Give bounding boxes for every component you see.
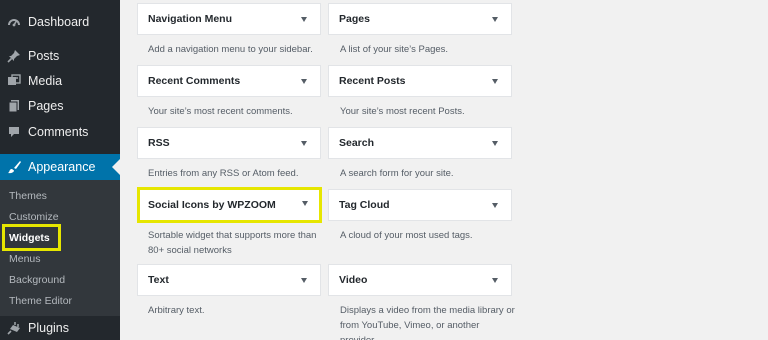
widget-description: Sortable widget that supports more than … — [148, 230, 317, 256]
submenu-item-menus[interactable]: Menus — [9, 253, 41, 265]
page-icon — [0, 99, 26, 113]
caret-down-icon[interactable] — [492, 203, 498, 208]
widget-title: Recent Comments — [148, 75, 241, 87]
widget-title: Search — [339, 137, 375, 149]
widget-description: Displays a video from the media library … — [340, 305, 515, 340]
current-menu-arrow — [112, 159, 120, 175]
widget-description: Your site’s most recent comments. — [148, 106, 293, 117]
menu-item-media[interactable]: Media — [0, 68, 120, 94]
menu-label: Pages — [28, 99, 64, 113]
menu-item-dashboard[interactable]: Dashboard — [0, 9, 120, 35]
widget-search[interactable]: Search — [328, 127, 512, 159]
widget-description: Arbitrary text. — [148, 305, 205, 316]
caret-down-icon[interactable] — [492, 141, 498, 146]
widget-title: Text — [148, 274, 169, 286]
menu-label: Comments — [28, 125, 89, 139]
submenu-item-themes[interactable]: Themes — [9, 190, 47, 202]
widget-title: Navigation Menu — [148, 13, 233, 25]
widget-description: Add a navigation menu to your sidebar. — [148, 44, 313, 55]
widget-recent-posts[interactable]: Recent Posts — [328, 65, 512, 97]
plug-icon — [0, 321, 26, 335]
appearance-submenu: Themes Customize Widgets Menus Backgroun… — [0, 180, 120, 316]
menu-item-appearance[interactable]: Appearance — [0, 154, 120, 180]
caret-down-icon[interactable] — [492, 17, 498, 22]
widget-video[interactable]: Video — [328, 264, 512, 296]
caret-down-icon[interactable] — [492, 79, 498, 84]
menu-item-comments[interactable]: Comments — [0, 119, 120, 145]
menu-label: Media — [28, 74, 63, 88]
submenu-item-theme-editor[interactable]: Theme Editor — [9, 295, 72, 307]
submenu-item-customize[interactable]: Customize — [9, 211, 59, 223]
widget-title: Social Icons by WPZOOM — [148, 199, 276, 211]
widget-social-icons-wpzoom[interactable]: Social Icons by WPZOOM — [137, 187, 322, 223]
menu-item-pages[interactable]: Pages — [0, 93, 120, 119]
widget-description: A search form for your site. — [340, 168, 454, 179]
submenu-item-widgets[interactable]: Widgets — [2, 224, 61, 251]
widget-description: A list of your site’s Pages. — [340, 44, 449, 55]
widget-title: RSS — [148, 137, 170, 149]
caret-down-icon[interactable] — [301, 17, 307, 22]
menu-label: Posts — [28, 49, 60, 63]
menu-label: Dashboard — [28, 15, 90, 29]
submenu-item-background[interactable]: Background — [9, 274, 65, 286]
menu-item-plugins[interactable]: Plugins — [0, 315, 120, 340]
widget-title: Recent Posts — [339, 75, 406, 87]
dashboard-icon — [0, 15, 26, 29]
widget-pages[interactable]: Pages — [328, 3, 512, 35]
pushpin-icon — [0, 49, 26, 63]
widget-description: A cloud of your most used tags. — [340, 230, 473, 241]
widget-description: Entries from any RSS or Atom feed. — [148, 168, 299, 179]
caret-down-icon[interactable] — [301, 278, 307, 283]
paintbrush-icon — [0, 160, 26, 174]
media-icon — [0, 74, 26, 88]
widget-navigation-menu[interactable]: Navigation Menu — [137, 3, 321, 35]
caret-down-icon[interactable] — [302, 201, 308, 206]
comment-icon — [0, 125, 26, 139]
widget-description: Your site’s most recent Posts. — [340, 106, 465, 117]
widget-title: Pages — [339, 13, 370, 25]
caret-down-icon[interactable] — [301, 79, 307, 84]
caret-down-icon[interactable] — [301, 141, 307, 146]
menu-label: Plugins — [28, 321, 69, 335]
menu-item-posts[interactable]: Posts — [0, 43, 120, 69]
admin-sidebar: Dashboard Posts Media Pages Comments App… — [0, 0, 120, 340]
widget-recent-comments[interactable]: Recent Comments — [137, 65, 321, 97]
caret-down-icon[interactable] — [492, 278, 498, 283]
widget-title: Video — [339, 274, 368, 286]
widget-rss[interactable]: RSS — [137, 127, 321, 159]
widget-text[interactable]: Text — [137, 264, 321, 296]
widget-title: Tag Cloud — [339, 199, 390, 211]
menu-label: Appearance — [28, 160, 96, 174]
widget-tag-cloud[interactable]: Tag Cloud — [328, 189, 512, 221]
